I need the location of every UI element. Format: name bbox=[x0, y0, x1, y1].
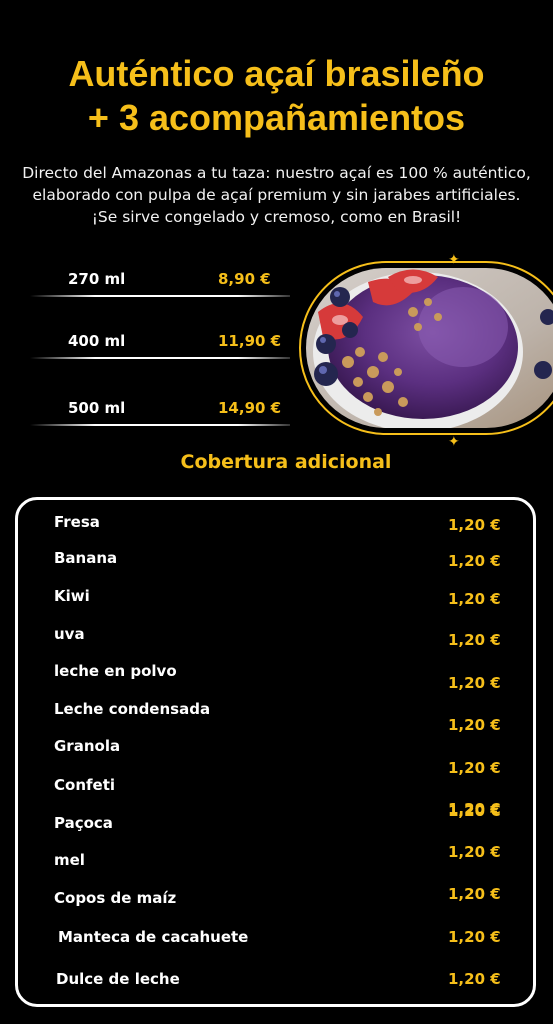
list-item: Granola 1,20 € bbox=[0, 737, 553, 777]
size-price: 11,90 € bbox=[218, 332, 282, 350]
title-line-1: Auténtico açaí brasileño bbox=[68, 53, 485, 94]
topping-price: 1,20 € bbox=[448, 552, 501, 570]
topping-price: 1,20 € bbox=[448, 885, 501, 903]
topping-price: 1,20 € bbox=[448, 716, 501, 734]
description: Directo del Amazonas a tu taza: nuestro … bbox=[22, 164, 531, 226]
size-price: 14,90 € bbox=[218, 399, 282, 417]
topping-name: Kiwi bbox=[54, 587, 90, 605]
topping-name: Dulce de leche bbox=[56, 970, 180, 988]
size-row: 400 ml 11,90 € bbox=[0, 332, 300, 362]
size-row: 500 ml 14,90 € bbox=[0, 399, 300, 429]
list-item: Manteca de cacahuete 1,20 € bbox=[0, 928, 553, 950]
topping-price: 1,20 € bbox=[448, 928, 501, 946]
sparkle-icon: ✦ bbox=[448, 252, 460, 268]
topping-name: Banana bbox=[54, 549, 118, 567]
list-item: Banana 1,20 € bbox=[0, 549, 553, 571]
topping-price: 1,20 € bbox=[448, 516, 501, 534]
toppings-title: Cobertura adicional bbox=[180, 451, 392, 473]
sparkle-icon: ✦ bbox=[448, 434, 460, 450]
topping-name: Manteca de cacahuete bbox=[58, 928, 249, 946]
list-item: mel 1,20 € bbox=[0, 843, 553, 873]
title-line-2: + 3 acompañamientos bbox=[87, 97, 466, 138]
list-item: Leche condensada 1,20 € bbox=[0, 700, 553, 734]
list-item: Paçoca 1,20 € bbox=[0, 802, 553, 836]
page-title: Auténtico açaí brasileño + 3 acompañamie… bbox=[0, 52, 553, 140]
topping-name: Confeti bbox=[54, 776, 116, 794]
size-label: 400 ml bbox=[68, 332, 126, 350]
topping-name: Granola bbox=[54, 737, 121, 755]
list-item: Confeti 1,20 € bbox=[0, 776, 553, 818]
size-price-list: 270 ml 8,90 € 400 ml 11,90 € 500 ml 14,9… bbox=[0, 262, 300, 426]
list-item: Fresa 1,20 € bbox=[0, 513, 553, 535]
topping-name: mel bbox=[54, 851, 85, 869]
topping-price: 1,20 € bbox=[448, 970, 501, 988]
topping-price: 1,20 € bbox=[448, 590, 501, 608]
topping-name: Leche condensada bbox=[54, 700, 211, 718]
topping-price: 1,20 € bbox=[448, 674, 501, 692]
divider bbox=[30, 424, 290, 426]
topping-name: Fresa bbox=[54, 513, 100, 531]
list-item: Kiwi 1,20 € bbox=[0, 587, 553, 609]
acai-bowl-image bbox=[299, 261, 553, 435]
acai-bowl-photo: ✦ ✦ bbox=[288, 252, 553, 449]
list-item: Dulce de leche 1,20 € bbox=[0, 970, 553, 992]
size-row: 270 ml 8,90 € bbox=[0, 270, 300, 300]
topping-name: uva bbox=[54, 625, 85, 643]
list-item: leche en polvo 1,20 € bbox=[0, 662, 553, 692]
topping-name: Copos de maíz bbox=[54, 889, 177, 907]
divider bbox=[30, 357, 290, 359]
size-label: 270 ml bbox=[68, 270, 126, 288]
topping-price: 1,20 € bbox=[448, 843, 501, 861]
divider bbox=[30, 295, 290, 297]
topping-price: 1,20 € bbox=[448, 759, 501, 777]
size-price: 8,90 € bbox=[218, 270, 271, 288]
size-label: 500 ml bbox=[68, 399, 126, 417]
topping-name: leche en polvo bbox=[54, 662, 177, 680]
list-item: Copos de maíz 1,20 € bbox=[0, 885, 553, 911]
topping-price: 1,20 € bbox=[448, 631, 501, 649]
topping-name: Paçoca bbox=[54, 814, 113, 832]
list-item: uva 1,20 € bbox=[0, 625, 553, 649]
topping-price: 1,20 € bbox=[448, 802, 501, 820]
